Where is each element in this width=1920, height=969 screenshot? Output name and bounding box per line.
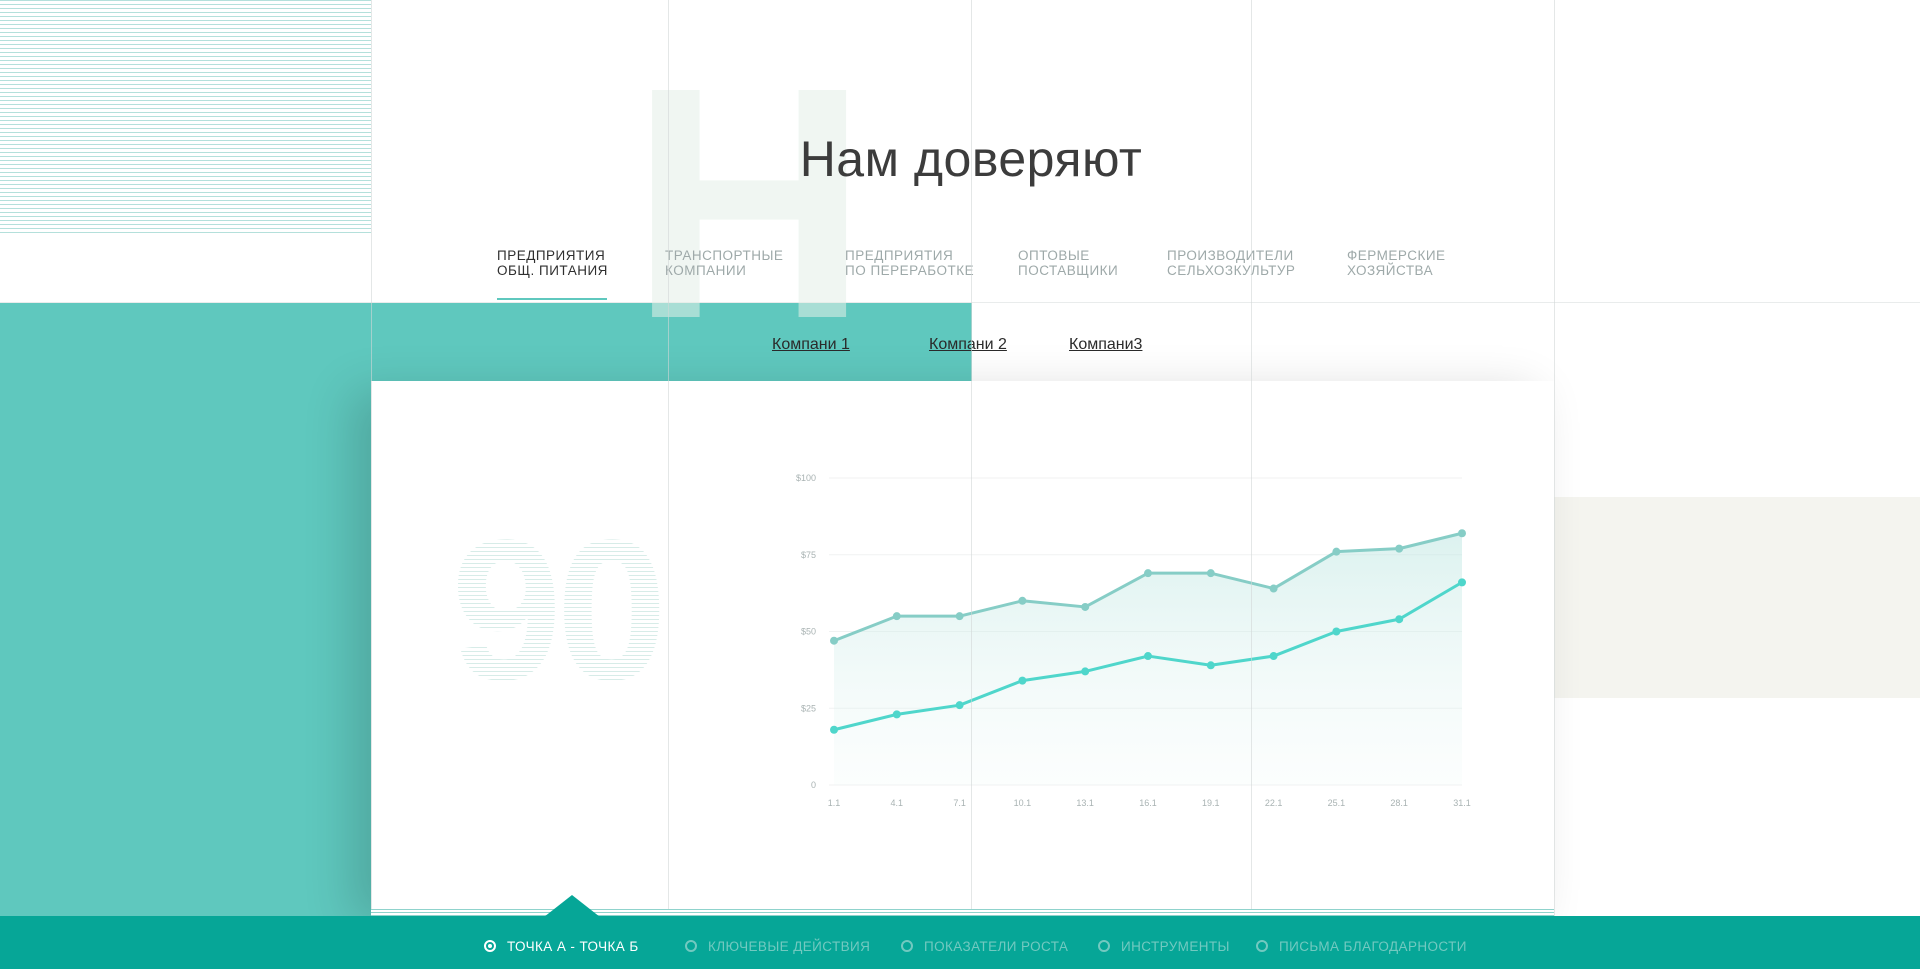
data-point [1269,584,1278,593]
data-point [1206,569,1215,578]
tab-farms[interactable]: ФЕРМЕРСКИЕ ХОЗЯЙСТВА [1347,248,1446,278]
data-point [1018,596,1027,605]
guide-line [971,0,972,969]
data-point [892,710,901,719]
divider [0,302,1920,303]
bottom-nav-point-a-b[interactable]: ТОЧКА А - ТОЧКА Б [484,938,639,954]
x-tick-label: 1.1 [828,798,841,808]
data-point [955,612,964,621]
data-point [1332,547,1341,556]
bottom-nav-tools[interactable]: ИНСТРУМЕНТЫ [1098,938,1230,954]
bottom-nav-letters[interactable]: ПИСЬМА БЛАГОДАРНОСТИ [1256,938,1467,954]
tab-catering[interactable]: ПРЕДПРИЯТИЯ ОБЩ. ПИТАНИЯ [497,248,608,300]
company-link-2[interactable]: Компани 2 [929,336,1007,354]
guide-line [1251,0,1252,969]
y-tick-label: $75 [801,550,816,560]
x-tick-label: 22.1 [1265,798,1283,808]
bottom-nav-label: ПИСЬМА БЛАГОДАРНОСТИ [1279,938,1467,954]
data-point [1458,578,1466,587]
beige-background-block [1554,497,1920,698]
y-tick-label: $25 [801,703,816,713]
x-tick-label: 28.1 [1390,798,1408,808]
radio-icon [484,940,496,952]
page-title: Нам доверяют [799,131,1143,187]
bottom-nav-key-actions[interactable]: КЛЮЧЕВЫЕ ДЕЙСТВИЯ [685,938,870,954]
line-chart: 0 $25 $50 $75 $100 1.1 4.1 7.1 10.1 13.1 16.1 19.1 2… [796,473,1471,808]
data-point [1269,652,1278,661]
bottom-nav-label: ПОКАЗАТЕЛИ РОСТА [924,938,1069,954]
tab-wholesale[interactable]: ОПТОВЫЕ ПОСТАВЩИКИ [1018,248,1118,278]
data-point [1018,676,1027,685]
radio-icon [1256,940,1268,952]
data-point [1395,544,1404,553]
x-tick-label: 31.1 [1453,798,1471,808]
data-point [1081,667,1090,676]
company-link-1[interactable]: Компани 1 [772,336,850,354]
stats-card: 90 0 $25 $50 $75 $100 1.1 4.1 7.1 10.1 13.1 16.1 19… [371,381,1554,911]
company-link-3[interactable]: Компани3 [1069,336,1142,354]
data-point [892,612,901,621]
data-point [1206,661,1215,670]
background-letter: Н [630,18,869,387]
active-pointer [544,895,600,917]
data-point [1395,615,1404,624]
bottom-nav-label: ИНСТРУМЕНТЫ [1121,938,1230,954]
x-tick-label: 4.1 [891,798,904,808]
teal-background-block [0,302,372,916]
x-tick-label: 13.1 [1076,798,1094,808]
guide-line [371,0,372,969]
bottom-nav-label: ТОЧКА А - ТОЧКА Б [507,938,639,954]
x-tick-label: 10.1 [1014,798,1032,808]
y-tick-label: 0 [811,780,816,790]
x-tick-label: 16.1 [1139,798,1157,808]
category-tabs: ПРЕДПРИЯТИЯ ОБЩ. ПИТАНИЯ ТРАНСПОРТНЫЕ КО… [0,248,1920,300]
x-tick-label: 19.1 [1202,798,1220,808]
y-tick-label: $100 [796,473,816,483]
decorative-stripes [0,0,371,236]
radio-icon [1098,940,1110,952]
guide-line [1554,0,1555,969]
data-point [830,725,838,734]
data-point [1081,602,1090,611]
tab-transport[interactable]: ТРАНСПОРТНЫЕ КОМПАНИИ [665,248,783,278]
data-point [830,636,838,645]
guide-line [668,0,669,969]
x-tick-label: 25.1 [1328,798,1346,808]
tab-producers[interactable]: ПРОИЗВОДИТЕЛИ СЕЛЬХОЗКУЛЬТУР [1167,248,1295,278]
radio-icon [685,940,697,952]
data-point [1144,652,1152,661]
bottom-nav-label: КЛЮЧЕВЫЕ ДЕЙСТВИЯ [708,938,871,954]
data-point [1332,627,1341,636]
tab-processing[interactable]: ПРЕДПРИЯТИЯ ПО ПЕРЕРАБОТКЕ [845,248,974,278]
data-point [1458,529,1466,538]
x-tick-label: 7.1 [953,798,966,808]
data-point [1144,569,1152,578]
data-point [955,701,964,710]
y-tick-label: $50 [801,627,816,637]
radio-icon [901,940,913,952]
bottom-nav-growth[interactable]: ПОКАЗАТЕЛИ РОСТА [901,938,1068,954]
